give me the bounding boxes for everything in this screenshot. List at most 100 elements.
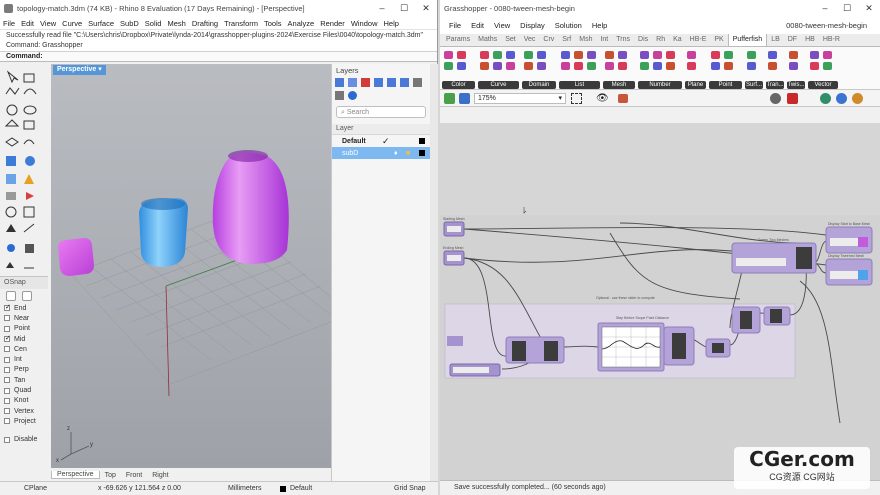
component-icon[interactable] — [789, 62, 798, 70]
osnap-item-near[interactable]: Near — [0, 313, 48, 323]
ribbon-group-label[interactable]: Mesh — [603, 81, 635, 89]
menu-transform[interactable]: Transform — [224, 19, 258, 28]
osnap-item-project[interactable]: Project — [0, 416, 48, 426]
gh-tab-int[interactable]: Int — [596, 34, 612, 46]
layer-table-icon[interactable] — [413, 78, 422, 87]
component-icon[interactable] — [574, 51, 583, 59]
component-icon[interactable] — [506, 62, 515, 70]
menu-window[interactable]: Window — [351, 19, 378, 28]
osnap-item-end[interactable]: End — [0, 303, 48, 313]
ribbon-group-label[interactable]: Vector — [808, 81, 838, 89]
menu-analyze[interactable]: Analyze — [288, 19, 315, 28]
gh-canvas[interactable]: Starting Mesh Ending Mesh Tween Two Meshe… — [440, 123, 880, 480]
component-icon[interactable] — [561, 51, 570, 59]
viewport-title-tab[interactable]: Perspective ▾ — [53, 65, 106, 75]
tools-icon[interactable] — [335, 91, 344, 100]
save-file-icon[interactable] — [459, 93, 470, 104]
checkbox[interactable] — [4, 346, 10, 353]
component-icon[interactable] — [561, 62, 570, 70]
component-icon[interactable] — [711, 62, 720, 70]
component-icon[interactable] — [457, 51, 466, 59]
osnap-item-cen[interactable]: Cen — [0, 344, 48, 354]
tab-top[interactable]: Top — [100, 472, 121, 479]
menu-file[interactable]: File — [3, 19, 15, 28]
component-icon[interactable] — [823, 62, 832, 70]
gh-menu-file[interactable]: File — [449, 21, 461, 30]
ribbon-group-label[interactable]: Surf... — [745, 81, 763, 89]
move-down-icon[interactable] — [387, 78, 396, 87]
component-icon[interactable] — [789, 51, 798, 59]
component-icon[interactable] — [444, 51, 453, 59]
component-icon[interactable] — [810, 51, 819, 59]
checkbox[interactable] — [4, 315, 10, 322]
menu-help[interactable]: Help — [384, 19, 399, 28]
component-icon[interactable] — [666, 62, 675, 70]
component-icon[interactable] — [823, 51, 832, 59]
gh-tab-df[interactable]: DF — [784, 34, 801, 46]
osnap-item-tan[interactable]: Tan — [0, 375, 48, 385]
ribbon-group-label[interactable]: Number — [638, 81, 682, 89]
gh-tab-hb-r[interactable]: HB-R — [819, 34, 844, 46]
checkbox[interactable] — [4, 408, 10, 415]
component-icon[interactable] — [687, 62, 696, 70]
checkbox[interactable] — [4, 366, 10, 373]
osnap-item-int[interactable]: Int — [0, 354, 48, 364]
gh-tab-pufferfish[interactable]: Pufferfish — [727, 33, 768, 46]
component-icon[interactable] — [640, 51, 649, 59]
gh-tab-vec[interactable]: Vec — [520, 34, 540, 46]
component-icon[interactable] — [724, 62, 733, 70]
checkbox[interactable] — [4, 418, 10, 425]
maximize-icon[interactable]: ☐ — [393, 0, 415, 17]
osnap-filter-icon[interactable] — [22, 291, 32, 301]
gh-tab-pk[interactable]: PK — [710, 34, 727, 46]
delete-layer-icon[interactable] — [361, 78, 370, 87]
component-icon[interactable] — [480, 62, 489, 70]
osnap-item-knot[interactable]: Knot — [0, 396, 48, 406]
ribbon-group-label[interactable]: Color — [442, 81, 475, 89]
help-icon[interactable] — [348, 91, 357, 100]
gh-tab-hb-e[interactable]: HB-E — [686, 34, 711, 46]
menu-drafting[interactable]: Drafting — [192, 19, 218, 28]
osnap-item-vertex[interactable]: Vertex — [0, 406, 48, 416]
new-sublayer-icon[interactable] — [348, 78, 357, 87]
gh-tab-crv[interactable]: Crv — [539, 34, 558, 46]
gh-menu-view[interactable]: View — [494, 21, 510, 30]
shaded-preview-icon[interactable] — [820, 93, 831, 104]
ribbon-group-label[interactable]: Domain — [522, 81, 556, 89]
ribbon-group-label[interactable]: Twis... — [787, 81, 805, 89]
gh-tab-ka[interactable]: Ka — [669, 34, 686, 46]
gh-tab-maths[interactable]: Maths — [474, 34, 501, 46]
status-cplane[interactable]: CPlane — [24, 485, 47, 492]
minimize-icon[interactable]: – — [371, 0, 393, 17]
gh-tab-msh[interactable]: Msh — [575, 34, 596, 46]
layer-color-swatch[interactable] — [419, 150, 425, 156]
component-icon[interactable] — [768, 62, 777, 70]
component-icon[interactable] — [640, 62, 649, 70]
component-icon[interactable] — [493, 51, 502, 59]
tab-perspective[interactable]: Perspective — [51, 471, 100, 479]
layer-search-input[interactable]: ⌕ Search — [336, 106, 426, 118]
osnap-item-disable[interactable]: Disable — [0, 435, 48, 445]
checkbox[interactable] — [4, 356, 10, 363]
checkbox[interactable] — [4, 387, 10, 394]
gh-tab-rh[interactable]: Rh — [652, 34, 669, 46]
gh-tab-hb[interactable]: HB — [801, 34, 819, 46]
selected-preview-icon[interactable] — [852, 93, 863, 104]
close-icon[interactable]: ✕ — [415, 0, 437, 17]
zoom-dropdown[interactable]: 175% ▾ — [474, 93, 566, 104]
component-icon[interactable] — [687, 51, 696, 59]
component-icon[interactable] — [480, 51, 489, 59]
ribbon-group-label[interactable]: Tran... — [766, 81, 784, 89]
status-grid-snap[interactable]: Grid Snap — [394, 485, 426, 492]
preview-off-icon[interactable] — [787, 93, 798, 104]
component-icon[interactable] — [444, 62, 453, 70]
ribbon-group-label[interactable]: Point — [709, 81, 742, 89]
wire-display-icon[interactable] — [770, 93, 781, 104]
sketch-icon[interactable] — [618, 94, 628, 103]
menu-edit[interactable]: Edit — [21, 19, 34, 28]
osnap-item-quad[interactable]: Quad — [0, 385, 48, 395]
menu-surface[interactable]: Surface — [88, 19, 114, 28]
minimize-icon[interactable]: – — [814, 0, 836, 17]
tween-component[interactable] — [796, 247, 812, 269]
component-icon[interactable] — [618, 62, 627, 70]
